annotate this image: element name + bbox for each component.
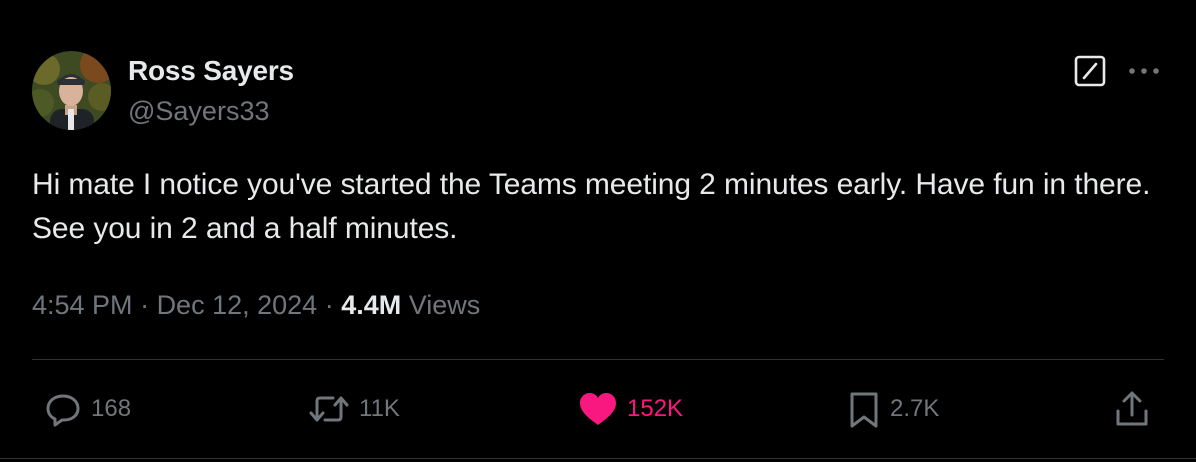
- meta-separator: ·: [132, 290, 157, 320]
- views-label: Views: [401, 290, 481, 320]
- like-count: 152K: [627, 395, 684, 422]
- repost-icon: [309, 396, 349, 422]
- bookmark-count: 2.7K: [890, 395, 940, 422]
- more-options-button[interactable]: [1126, 58, 1162, 84]
- bookmark-button[interactable]: 2.7K: [846, 386, 939, 432]
- tweet-metadata: 4:54 PM · Dec 12, 2024 · 4.4M Views: [32, 290, 480, 321]
- reply-button[interactable]: 168: [43, 386, 131, 432]
- reply-count: 168: [91, 395, 132, 422]
- reply-icon: [46, 394, 80, 427]
- bottom-divider: [0, 458, 1196, 459]
- avatar-image: [32, 51, 111, 130]
- tweet-date[interactable]: Dec 12, 2024: [157, 290, 318, 320]
- author-display-name[interactable]: Ross Sayers: [128, 55, 294, 87]
- views-count[interactable]: 4.4M: [341, 290, 401, 320]
- tweet-time[interactable]: 4:54 PM: [32, 290, 133, 320]
- repost-button[interactable]: 11K: [307, 386, 400, 432]
- tweet-card: Ross Sayers @Sayers33 Hi mate I notice y…: [0, 0, 1196, 462]
- avatar[interactable]: [32, 51, 111, 130]
- divider: [32, 359, 1164, 360]
- grok-button[interactable]: [1073, 54, 1107, 88]
- tweet-text: Hi mate I notice you've started the Team…: [32, 168, 1151, 245]
- bookmark-icon: [850, 392, 878, 428]
- grok-icon: [1074, 55, 1106, 87]
- share-icon: [1116, 391, 1148, 426]
- share-button[interactable]: [1113, 386, 1151, 432]
- like-button[interactable]: 152K: [577, 386, 683, 432]
- author-handle[interactable]: @Sayers33: [128, 96, 269, 127]
- heart-icon: [580, 393, 616, 425]
- action-bar: 168 11K 152K 2.7K: [0, 386, 1196, 432]
- meta-separator: ·: [317, 290, 342, 320]
- repost-count: 11K: [359, 395, 400, 422]
- more-icon: [1129, 68, 1159, 74]
